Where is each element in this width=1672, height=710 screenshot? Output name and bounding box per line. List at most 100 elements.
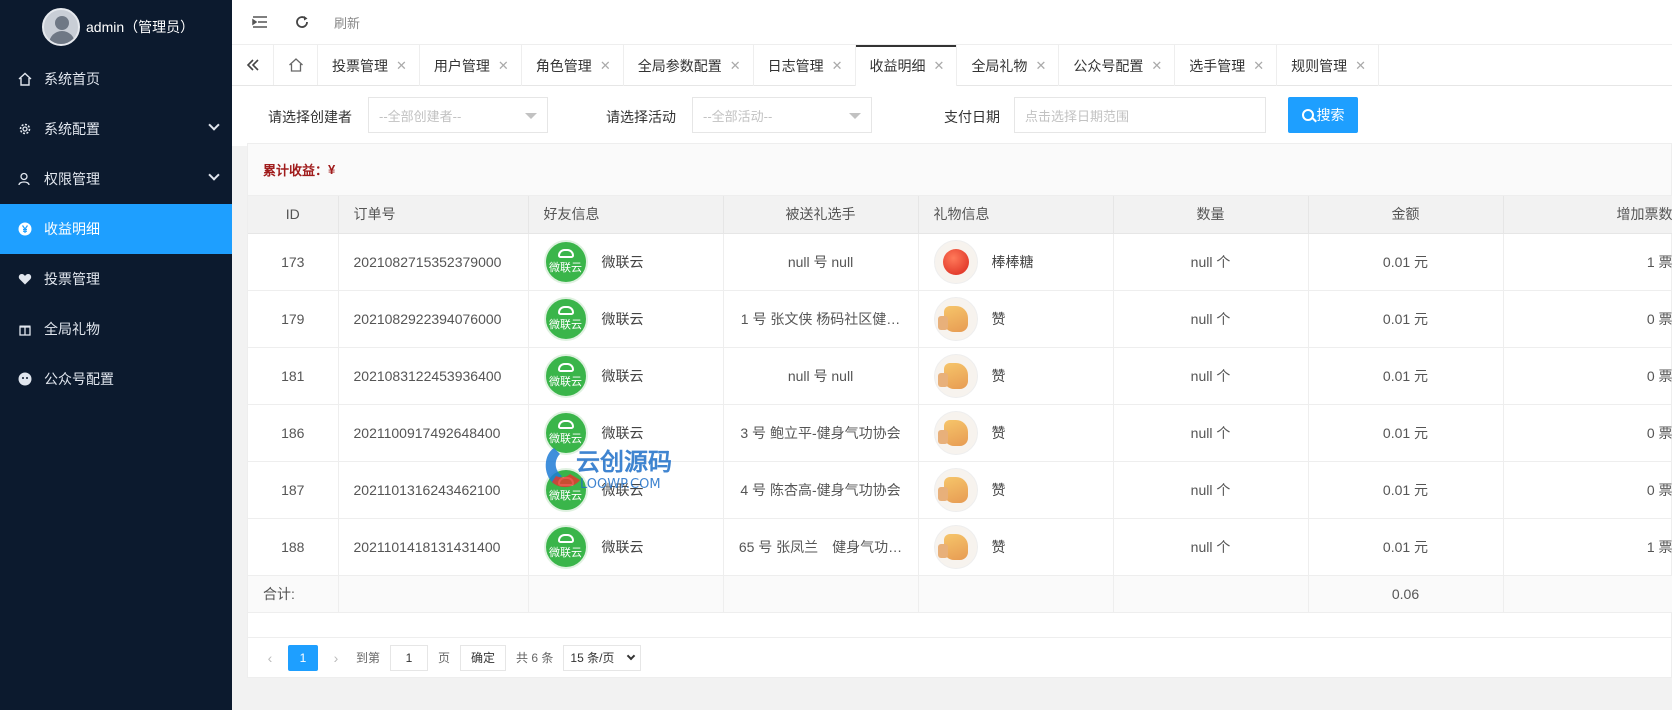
column-header[interactable]: 好友信息 (528, 196, 724, 234)
earnings-panel: 累计收益： ¥ ID 订单号 好友信息 被送礼选手 礼物信息 数量 金额 增加票… (247, 143, 1672, 678)
close-icon[interactable]: ✕ (600, 58, 611, 74)
cell-id: 187 (248, 461, 339, 519)
dropdown-arrow-icon (849, 113, 861, 119)
friend-avatar: 微联云 (543, 410, 588, 455)
table-row[interactable]: 186 2021100917492648400 微联云 微联云 3 号 鲍立平-健… (248, 404, 1672, 462)
close-icon[interactable]: ✕ (396, 58, 407, 74)
friend-name: 微联云 (601, 253, 644, 270)
prev-page-icon[interactable]: ‹ (262, 650, 278, 666)
current-page-button[interactable]: 1 (288, 644, 318, 671)
sidebar-item-earnings[interactable]: 收益明细 (0, 204, 232, 254)
menu-collapse-icon[interactable] (250, 12, 270, 32)
chevron-down-icon (208, 169, 220, 181)
tab-home-icon[interactable] (274, 45, 318, 85)
close-icon[interactable]: ✕ (1253, 58, 1264, 74)
close-icon[interactable]: ✕ (1355, 58, 1366, 74)
sidebar-item-label: 公众号配置 (44, 371, 114, 387)
gift-name: 赞 (991, 310, 1006, 327)
close-icon[interactable]: ✕ (934, 58, 945, 74)
sidebar-item-permissions[interactable]: 权限管理 (0, 154, 232, 204)
cell-order: 2021101418131431400 (338, 518, 529, 576)
activity-select[interactable]: --全部活动-- (692, 97, 872, 133)
heart-icon (18, 272, 32, 286)
candy-icon (933, 239, 978, 284)
tab-label: 收益明细 (869, 57, 926, 74)
cell-player: 1 号 张文侠 杨码社区健… (723, 290, 919, 348)
cell-votes: 0 票 (1503, 347, 1672, 405)
table-row[interactable]: 179 2021082922394076000 微联云 微联云 1 号 张文侠 杨… (248, 290, 1672, 348)
column-header[interactable]: 被送礼选手 (723, 196, 919, 234)
friend-logo-text: 微联云 (549, 375, 582, 388)
close-icon[interactable]: ✕ (1035, 58, 1046, 74)
goto-confirm-button[interactable]: 确定 (460, 644, 507, 671)
sidebar-item-vote-management[interactable]: 投票管理 (0, 254, 232, 304)
creator-select[interactable]: --全部创建者-- (368, 97, 548, 133)
column-header[interactable]: 礼物信息 (918, 196, 1114, 234)
close-icon[interactable]: ✕ (1151, 58, 1162, 74)
sidebar: admin（管理员） 系统首页 系统配置 权限管理 收益明细 投票管理 全局礼物… (0, 0, 232, 710)
cell-votes: 0 票 (1503, 290, 1672, 348)
refresh-icon[interactable] (292, 12, 312, 32)
sidebar-item-system-config[interactable]: 系统配置 (0, 104, 232, 154)
tab-role-management[interactable]: 角色管理 ✕ (522, 45, 624, 86)
tab-rule-management[interactable]: 规则管理 ✕ (1277, 45, 1380, 86)
tab-label: 全局参数配置 (637, 57, 722, 74)
tab-vote-management[interactable]: 投票管理 ✕ (318, 45, 420, 86)
cell-votes: 0 票 (1503, 461, 1672, 519)
page-size-select[interactable]: 15 条/页 (563, 644, 642, 671)
wechat-icon (18, 372, 32, 386)
tab-scroll-left-icon[interactable] (232, 45, 274, 85)
date-range-placeholder: 点击选择日期范围 (1025, 108, 1130, 124)
column-header[interactable]: 金额 (1308, 196, 1504, 234)
goto-page-input[interactable]: 1 (390, 644, 429, 671)
friend-avatar: 微联云 (543, 467, 588, 512)
table-row[interactable]: 173 2021082715352379000 微联云 微联云 null 号 nu… (248, 233, 1672, 291)
gift-name: 赞 (991, 481, 1006, 498)
tab-player-management[interactable]: 选手管理 ✕ (1175, 45, 1278, 86)
main-content: 请选择创建者 --全部创建者-- 请选择活动 --全部活动-- 支付日期 点击选… (232, 86, 1672, 710)
tab-log-management[interactable]: 日志管理 ✕ (754, 45, 856, 86)
tab-earnings[interactable]: 收益明细 ✕ (855, 45, 958, 86)
search-icon (1301, 109, 1314, 121)
sidebar-item-home[interactable]: 系统首页 (0, 54, 232, 104)
user-profile[interactable]: admin（管理员） (0, 0, 232, 54)
home-icon (18, 72, 32, 86)
tab-label: 日志管理 (767, 57, 824, 74)
cell-id: 188 (248, 518, 339, 576)
pagination: ‹ 1 › 到第 1 页 确定 共 6 条 15 条/页 (248, 637, 1671, 677)
table-row[interactable]: 188 2021101418131431400 微联云 微联云 65 号 张凤兰 … (248, 518, 1672, 576)
table-row[interactable]: 187 2021101316243462100 微联云 微联云 4 号 陈杏高-健… (248, 461, 1672, 519)
sidebar-item-label: 系统首页 (44, 71, 100, 87)
column-header[interactable]: 订单号 (338, 196, 529, 234)
cell-gift: 棒棒糖 (918, 233, 1114, 291)
column-header[interactable]: 数量 (1113, 196, 1309, 234)
refresh-label[interactable]: 刷新 (334, 13, 360, 32)
friend-avatar: 微联云 (543, 524, 588, 569)
creator-select-value: --全部创建者-- (379, 108, 462, 124)
column-header[interactable]: 增加票数 (1503, 196, 1672, 234)
next-page-icon[interactable]: › (328, 650, 344, 666)
tab-wechat-config[interactable]: 公众号配置 ✕ (1059, 45, 1176, 86)
sidebar-item-wechat-config[interactable]: 公众号配置 (0, 354, 232, 404)
tab-global-params[interactable]: 全局参数配置 ✕ (624, 45, 754, 86)
cell-friend: 微联云 微联云 (528, 290, 724, 348)
date-range-input[interactable]: 点击选择日期范围 (1014, 97, 1266, 133)
close-icon[interactable]: ✕ (832, 58, 843, 74)
sidebar-item-label: 收益明细 (44, 221, 100, 237)
avatar[interactable] (42, 8, 80, 46)
tab-user-management[interactable]: 用户管理 ✕ (420, 45, 522, 86)
close-icon[interactable]: ✕ (498, 58, 509, 74)
table-row[interactable]: 181 2021083122453936400 微联云 微联云 null 号 nu… (248, 347, 1672, 405)
thumbs-up-icon (933, 524, 978, 569)
thumbs-up-icon (933, 296, 978, 341)
search-button[interactable]: 搜索 (1288, 97, 1358, 133)
friend-avatar: 微联云 (543, 353, 588, 398)
sidebar-item-global-gifts[interactable]: 全局礼物 (0, 304, 232, 354)
tab-global-gifts[interactable]: 全局礼物 ✕ (957, 45, 1060, 86)
cell-quantity: null 个 (1113, 518, 1309, 576)
friend-logo-text: 微联云 (549, 432, 582, 445)
cell-quantity: null 个 (1113, 404, 1309, 462)
column-header[interactable]: ID (248, 196, 339, 234)
tab-label: 投票管理 (332, 57, 388, 74)
close-icon[interactable]: ✕ (730, 58, 741, 74)
